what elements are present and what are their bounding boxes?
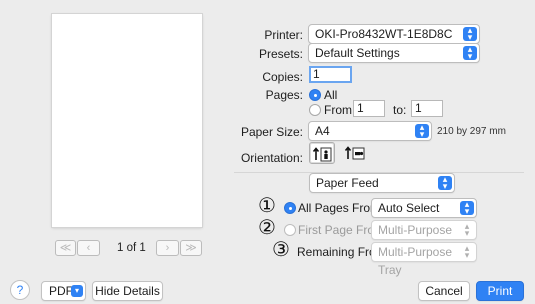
orientation-label: Orientation: xyxy=(240,151,303,165)
section-value: Paper Feed xyxy=(316,176,379,190)
pdf-label: PDF xyxy=(49,284,73,298)
updown-chevron-icon: ▴ ▾ xyxy=(438,175,452,191)
updown-chevron-icon: ▴ ▾ xyxy=(463,26,477,42)
pages-to-label: to: xyxy=(393,103,407,117)
section-popup[interactable]: Paper Feed ▴ ▾ xyxy=(309,173,455,193)
next-page-button[interactable]: › xyxy=(156,240,179,256)
printer-label: Printer: xyxy=(264,28,303,42)
paper-size-label: Paper Size: xyxy=(240,125,303,139)
hide-details-button[interactable]: Hide Details xyxy=(92,281,163,301)
all-pages-from-popup[interactable]: Auto Select ▴ ▾ xyxy=(371,198,477,218)
callout-marker: ② xyxy=(258,217,276,239)
all-pages-from-radio[interactable] xyxy=(284,202,296,214)
landscape-icon xyxy=(344,146,365,160)
first-page-icon: ≪ xyxy=(59,242,72,254)
pages-all-radio[interactable] xyxy=(309,89,321,101)
orientation-landscape-button[interactable] xyxy=(342,142,368,164)
presets-label: Presets: xyxy=(258,47,303,61)
remaining-from-popup[interactable]: Multi-Purpose Tray ▴ ▾ xyxy=(371,242,477,277)
updown-chevron-icon: ▴ ▾ xyxy=(415,123,429,139)
page-count: 1 of 1 xyxy=(117,242,146,254)
printer-value: OKI-Pro8432WT-1E8D8C xyxy=(315,27,453,41)
presets-value: Default Settings xyxy=(315,46,400,60)
portrait-icon xyxy=(312,147,332,162)
first-page-from-popup[interactable]: Multi-Purpose Tray ▴▾ xyxy=(371,220,477,255)
pages-all-label: All xyxy=(324,88,338,102)
pdf-menu-button[interactable]: PDF ▾ xyxy=(41,281,86,301)
print-preview-page xyxy=(52,14,202,227)
copies-label: Copies: xyxy=(262,70,303,84)
callout-marker: ① xyxy=(258,195,276,217)
last-page-button[interactable]: ≫ xyxy=(180,240,202,256)
first-page-from-radio[interactable] xyxy=(284,224,296,236)
pages-from-radio[interactable] xyxy=(309,104,321,116)
first-page-button[interactable]: ≪ xyxy=(55,240,76,256)
copies-field[interactable]: 1 xyxy=(309,66,352,83)
next-page-icon: › xyxy=(165,242,170,254)
orientation-portrait-button[interactable] xyxy=(309,142,335,164)
paper-size-popup[interactable]: A4 ▴ ▾ xyxy=(308,121,432,141)
pages-to-field[interactable]: 1 xyxy=(411,100,443,117)
previous-page-button[interactable]: ‹ xyxy=(77,240,100,256)
help-button[interactable]: ? xyxy=(10,280,30,300)
printer-popup[interactable]: OKI-Pro8432WT-1E8D8C ▴ ▾ xyxy=(308,24,480,44)
presets-popup[interactable]: Default Settings ▴ ▾ xyxy=(308,43,480,63)
all-pages-from-value: Auto Select xyxy=(378,201,440,215)
updown-chevron-icon: ▴ ▾ xyxy=(464,221,470,238)
pages-from-field[interactable]: 1 xyxy=(353,100,385,117)
cancel-button[interactable]: Cancel xyxy=(418,281,470,301)
pages-label: Pages: xyxy=(265,88,303,102)
last-page-icon: ≫ xyxy=(185,242,197,254)
prev-page-icon: ‹ xyxy=(86,242,91,254)
updown-chevron-icon: ▴ ▾ xyxy=(460,200,474,216)
remaining-from-value: Multi-Purpose Tray xyxy=(378,245,453,277)
pages-from-label: From: xyxy=(324,103,356,117)
updown-chevron-icon: ▴ ▾ xyxy=(463,45,477,61)
chevron-down-icon: ▾ xyxy=(71,285,83,297)
print-button[interactable]: Print xyxy=(476,281,524,301)
paper-size-value: A4 xyxy=(315,124,330,138)
callout-marker: ③ xyxy=(272,239,290,261)
updown-chevron-icon: ▴ ▾ xyxy=(464,243,470,260)
paper-dimensions: 210 by 297 mm xyxy=(437,126,506,137)
